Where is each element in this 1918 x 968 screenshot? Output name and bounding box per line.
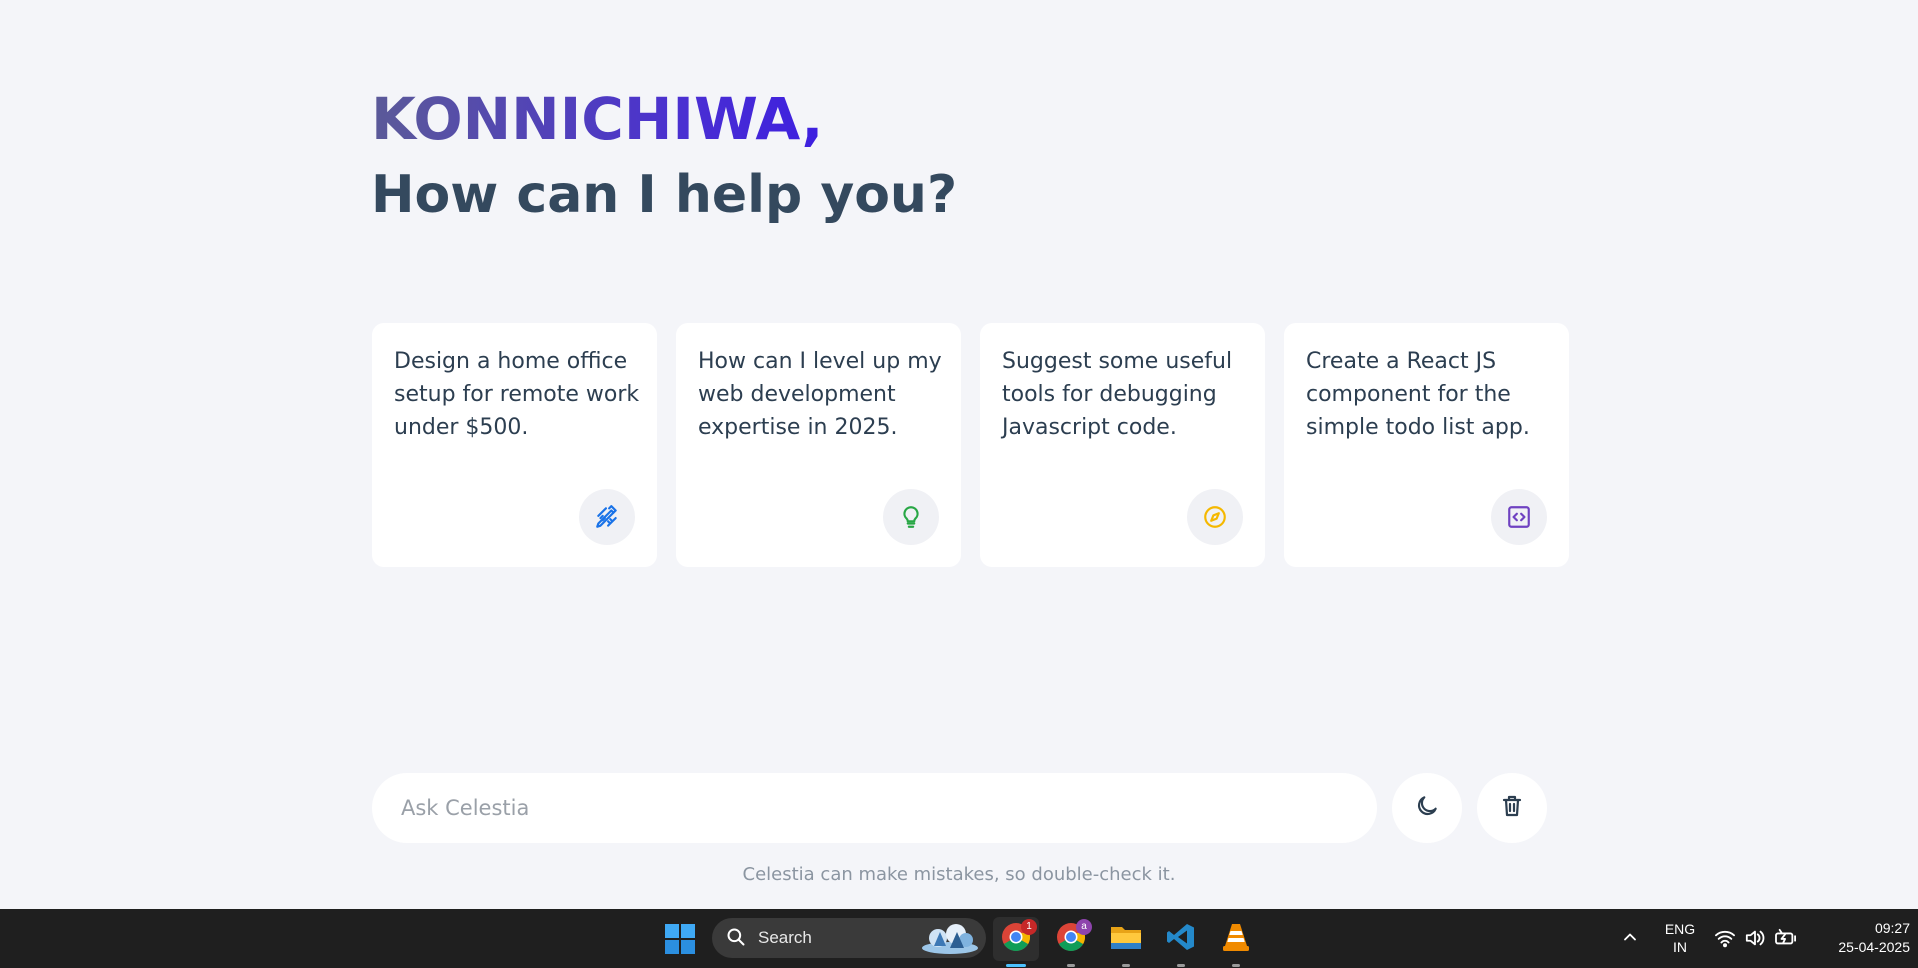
moon-icon [1414, 793, 1440, 823]
lightbulb-icon [883, 489, 939, 545]
profile-badge: a [1076, 919, 1092, 935]
windows-taskbar: Search 1 a ENG IN 09:27 25-04-2025 [0, 909, 1918, 968]
clock-date: 25-04-2025 [1838, 939, 1910, 955]
taskbar-search-label: Search [758, 928, 812, 947]
taskbar-file-explorer[interactable] [1103, 917, 1149, 967]
help-subtitle: How can I help you? [371, 165, 958, 225]
battery-charging-icon [1774, 928, 1798, 952]
language-region: IN [1673, 939, 1687, 955]
chat-app: KONNICHIWA, How can I help you? Design a… [0, 0, 1918, 909]
trash-icon [1500, 793, 1524, 823]
folder-icon [1110, 923, 1142, 955]
language-indicator[interactable]: ENG IN [1656, 920, 1704, 956]
clock-time: 09:27 [1874, 920, 1910, 936]
wifi-icon [1714, 928, 1736, 952]
vlc-icon [1222, 922, 1250, 956]
suggestion-text: Design a home office setup for remote wo… [394, 349, 640, 440]
clock[interactable]: 09:27 25-04-2025 [1810, 919, 1910, 957]
suggestion-text: Suggest some useful tools for debugging … [1002, 349, 1233, 440]
suggestion-card-react-todo[interactable]: Create a React JS component for the simp… [1284, 323, 1569, 567]
search-icon [726, 927, 746, 951]
prompt-bar [372, 773, 1377, 843]
disclaimer-text: Celestia can make mistakes, so double-ch… [742, 864, 1176, 885]
taskbar-chrome[interactable]: 1 [993, 917, 1039, 967]
suggestion-card-home-office[interactable]: Design a home office setup for remote wo… [372, 323, 657, 567]
running-indicator [1122, 964, 1130, 967]
language-code: ENG [1664, 921, 1696, 937]
theme-toggle-button[interactable] [1392, 773, 1462, 843]
delete-chats-button[interactable] [1477, 773, 1547, 843]
system-tray-icons[interactable] [1714, 928, 1804, 950]
running-indicator [1067, 964, 1075, 967]
running-indicator [1177, 964, 1185, 967]
code-icon [1491, 489, 1547, 545]
greeting-title: KONNICHIWA, [371, 82, 823, 156]
search-highlight-illustration-icon [920, 922, 980, 958]
volume-icon [1744, 928, 1766, 952]
suggestion-list: Design a home office setup for remote wo… [372, 323, 1569, 567]
taskbar-chrome-profile[interactable]: a [1048, 917, 1094, 967]
vscode-icon [1166, 922, 1196, 956]
taskbar-vs-code[interactable] [1158, 917, 1204, 967]
pen-ruler-icon [579, 489, 635, 545]
chevron-up-icon[interactable] [1620, 927, 1640, 951]
running-indicator [1232, 964, 1240, 967]
suggestion-text: How can I level up my web development ex… [698, 349, 942, 440]
prompt-input[interactable] [401, 773, 1351, 843]
windows-start-icon[interactable] [664, 923, 696, 955]
suggestion-card-debug-tools[interactable]: Suggest some useful tools for debugging … [980, 323, 1265, 567]
taskbar-vlc[interactable] [1213, 917, 1259, 967]
running-indicator [1006, 964, 1026, 967]
compass-icon [1187, 489, 1243, 545]
notification-badge: 1 [1021, 919, 1037, 935]
suggestion-text: Create a React JS component for the simp… [1306, 349, 1530, 440]
taskbar-search-box[interactable]: Search [712, 918, 986, 958]
suggestion-card-web-dev[interactable]: How can I level up my web development ex… [676, 323, 961, 567]
